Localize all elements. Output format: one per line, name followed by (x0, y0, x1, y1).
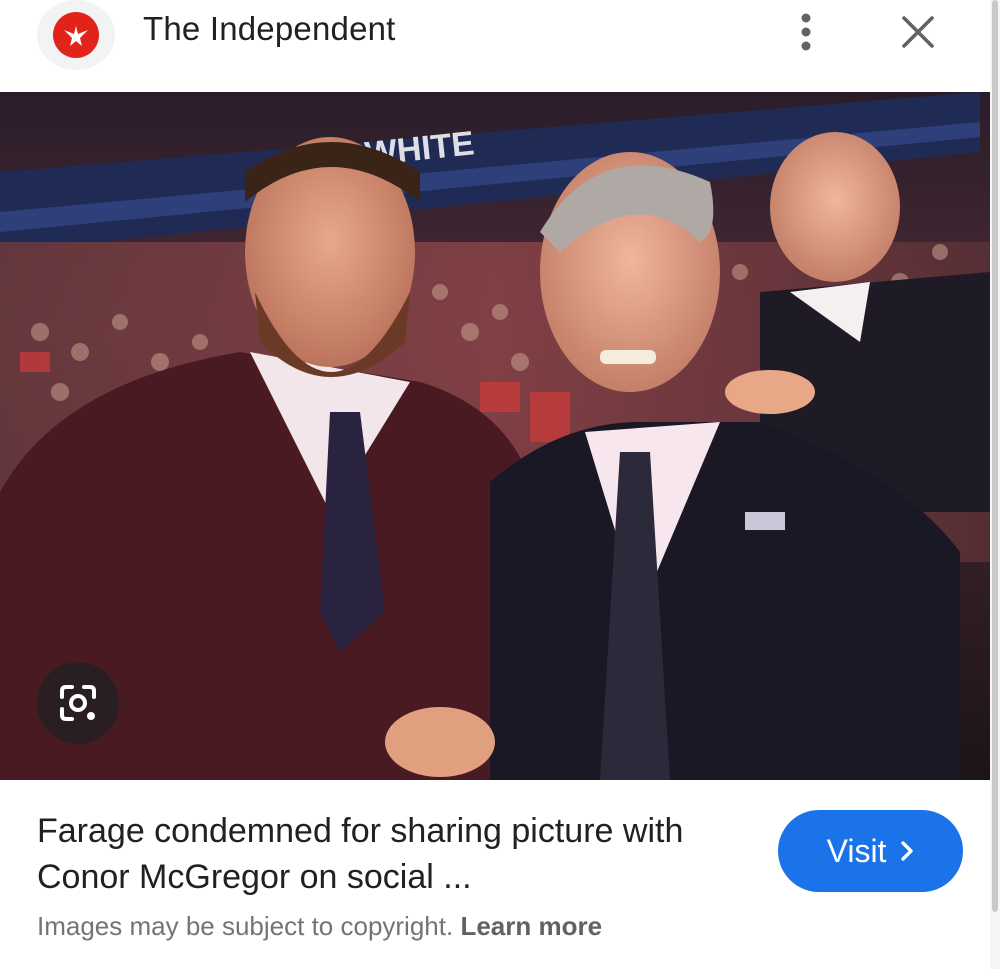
more-options-button[interactable] (790, 8, 822, 56)
copyright-notice: Images may be subject to copyright. Lear… (37, 911, 602, 942)
photo-illustration: WHITE (0, 92, 990, 780)
chevron-right-icon (900, 840, 914, 862)
visit-button[interactable]: Visit (778, 810, 963, 892)
eagle-logo-icon (53, 12, 99, 58)
more-vert-icon (801, 13, 811, 51)
copyright-text: Images may be subject to copyright. (37, 911, 454, 941)
visit-button-label: Visit (826, 832, 887, 869)
result-title[interactable]: Farage condemned for sharing picture wit… (37, 808, 737, 900)
close-icon (902, 16, 934, 48)
learn-more-link[interactable]: Learn more (460, 911, 602, 941)
scrollbar-thumb[interactable] (992, 0, 998, 912)
google-lens-icon (60, 685, 96, 721)
header-bar: The Independent (0, 0, 1000, 92)
result-image[interactable]: WHITE (0, 92, 990, 780)
site-name[interactable]: The Independent (143, 10, 396, 48)
close-button[interactable] (896, 10, 940, 54)
site-logo[interactable] (37, 0, 115, 70)
google-lens-button[interactable] (37, 662, 119, 744)
